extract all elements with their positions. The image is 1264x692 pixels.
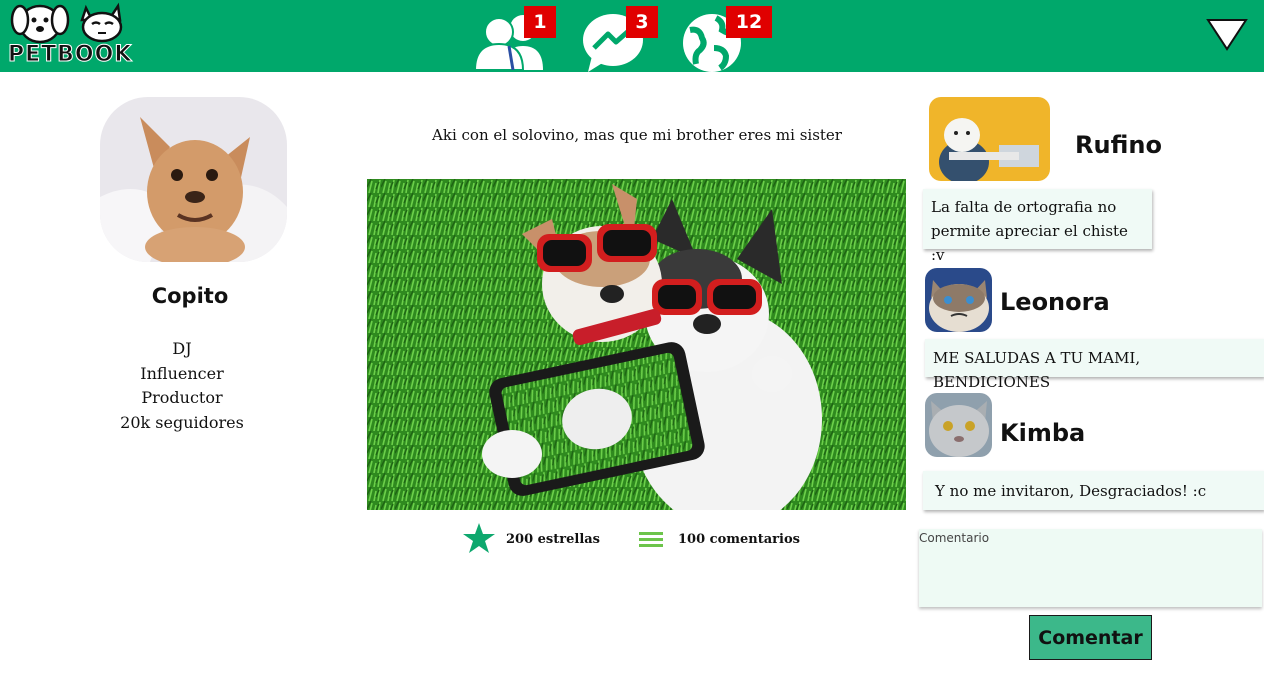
comment-author[interactable]: Rufino [1075,131,1162,159]
comments-stat[interactable]: 100 comentarios [634,522,800,556]
profile-info-line: 20k seguidores [120,412,244,432]
notifications-nav-button[interactable]: 12 [682,6,772,72]
petbook-logo[interactable]: PETBOOK [6,2,133,70]
profile-info-line: DJ [172,339,192,358]
profile-name: Copito [151,284,229,308]
notifications-count-badge: 12 [726,6,772,38]
kimba-avatar[interactable] [925,393,992,457]
comment-text: Y no me invitaron, Desgraciados! :c [923,471,1264,510]
post-caption: Aki con el solovino, mas que mi brother … [432,126,842,144]
profile-info-line: Productor [141,388,223,407]
star-icon [463,523,495,553]
messages-count-badge: 3 [626,6,658,38]
friends-nav-button[interactable]: 1 [473,6,563,70]
comment-text: La falta de ortografia no permite apreci… [923,189,1152,264]
friends-count-badge: 1 [524,6,556,38]
dogs-selfie-photo [367,179,906,510]
profile-info: DJ Influencer Productor 20k seguidores [92,337,272,435]
logo-text: PETBOOK [7,42,133,68]
top-bar: PETBOOK 1 3 12 [0,0,1264,72]
profile-avatar[interactable] [100,97,287,262]
stars-count: 200 estrellas [506,531,600,547]
comment-submit-button[interactable]: Comentar [1029,615,1152,660]
gray-cat-photo [925,393,992,457]
post-photo[interactable] [367,179,906,510]
comments-count: 100 comentarios [678,531,800,547]
profile-info-line: Influencer [140,363,224,383]
leonora-avatar[interactable] [925,268,992,332]
comment-text: ME SALUDAS A TU MAMI, BENDICIONES [925,339,1264,391]
grumpy-cat-photo [925,268,992,332]
stars-stat[interactable]: 200 estrellas [462,522,600,556]
comment-author[interactable]: Kimba [1000,419,1085,447]
rufino-avatar[interactable] [929,97,1050,181]
chihuahua-photo [100,97,287,262]
comment-author[interactable]: Leonora [1000,288,1110,316]
comments-lines-icon [639,532,663,547]
westie-photo [929,97,1050,181]
triangle-down-icon[interactable] [1206,18,1248,52]
dog-cat-logo-icon [10,2,123,44]
messages-nav-button[interactable]: 3 [582,6,672,72]
comment-input[interactable] [919,529,1262,607]
